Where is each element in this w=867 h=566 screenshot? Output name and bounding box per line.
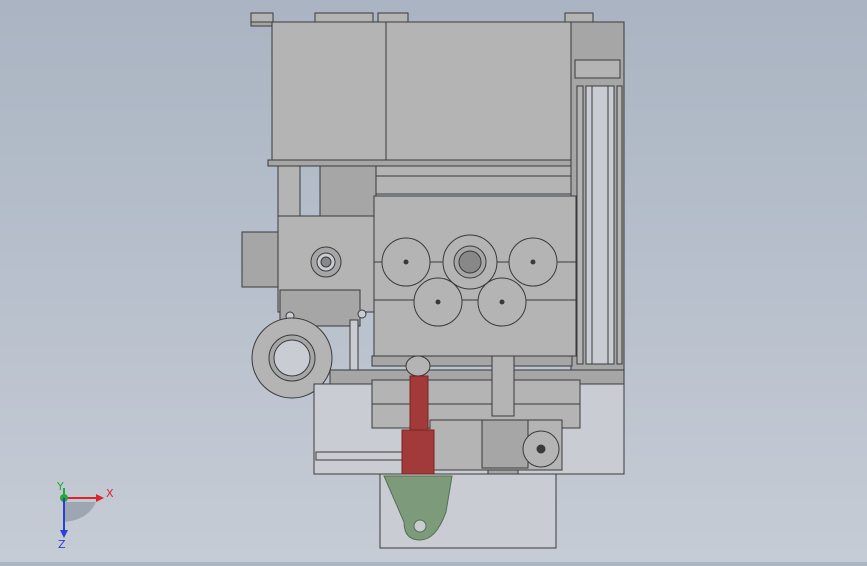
- top-rim-plate: [564, 12, 594, 23]
- lift-column-eye: [405, 355, 431, 377]
- x-axis-label: X: [106, 487, 114, 500]
- pinion-hub: [536, 444, 546, 454]
- z-axis-label: Z: [58, 538, 66, 551]
- z-axis-arrowhead: [60, 530, 68, 538]
- middle-block: [277, 165, 301, 219]
- top-rim-plate: [377, 12, 409, 23]
- top-rim-plate: [314, 12, 374, 23]
- foot-bracket-hole: [413, 519, 427, 533]
- middle-block: [319, 165, 377, 217]
- gear-cover-hub: [458, 250, 482, 274]
- triad-shadow: [64, 502, 96, 522]
- lower-post: [349, 319, 359, 371]
- lift-column[interactable]: [409, 375, 429, 437]
- bracket-bolt: [357, 309, 367, 319]
- side-rail-slot: [616, 85, 623, 365]
- x-axis-arrowhead: [96, 494, 104, 502]
- side-rail-glass: [585, 85, 615, 365]
- cad-viewport[interactable]: X Y Z: [0, 0, 867, 562]
- gear-cover-hub: [435, 299, 441, 305]
- motor-flange: [241, 231, 283, 288]
- upper-housing-right: [385, 21, 572, 163]
- assembly-model[interactable]: [0, 0, 867, 562]
- middle-block: [375, 165, 572, 195]
- upper-housing-left: [271, 21, 387, 163]
- y-axis-label: Y: [56, 482, 64, 493]
- lift-column-base: [401, 429, 435, 475]
- coordinate-triad: X Y Z: [56, 482, 114, 551]
- motor-shaft: [320, 256, 332, 268]
- handwheel-hub: [273, 339, 311, 377]
- gear-cover-hub: [530, 259, 536, 265]
- lower-post: [371, 355, 573, 367]
- gear-cover-hub: [499, 299, 505, 305]
- top-rim-plate: [250, 12, 274, 23]
- side-rail-top: [574, 59, 621, 79]
- vertical-shaft: [491, 355, 515, 417]
- housing-seam: [267, 159, 577, 167]
- side-rail-slot: [576, 85, 584, 365]
- horizontal-rod: [315, 451, 413, 461]
- worm-gear: [481, 419, 529, 469]
- gear-cover-hub: [403, 259, 409, 265]
